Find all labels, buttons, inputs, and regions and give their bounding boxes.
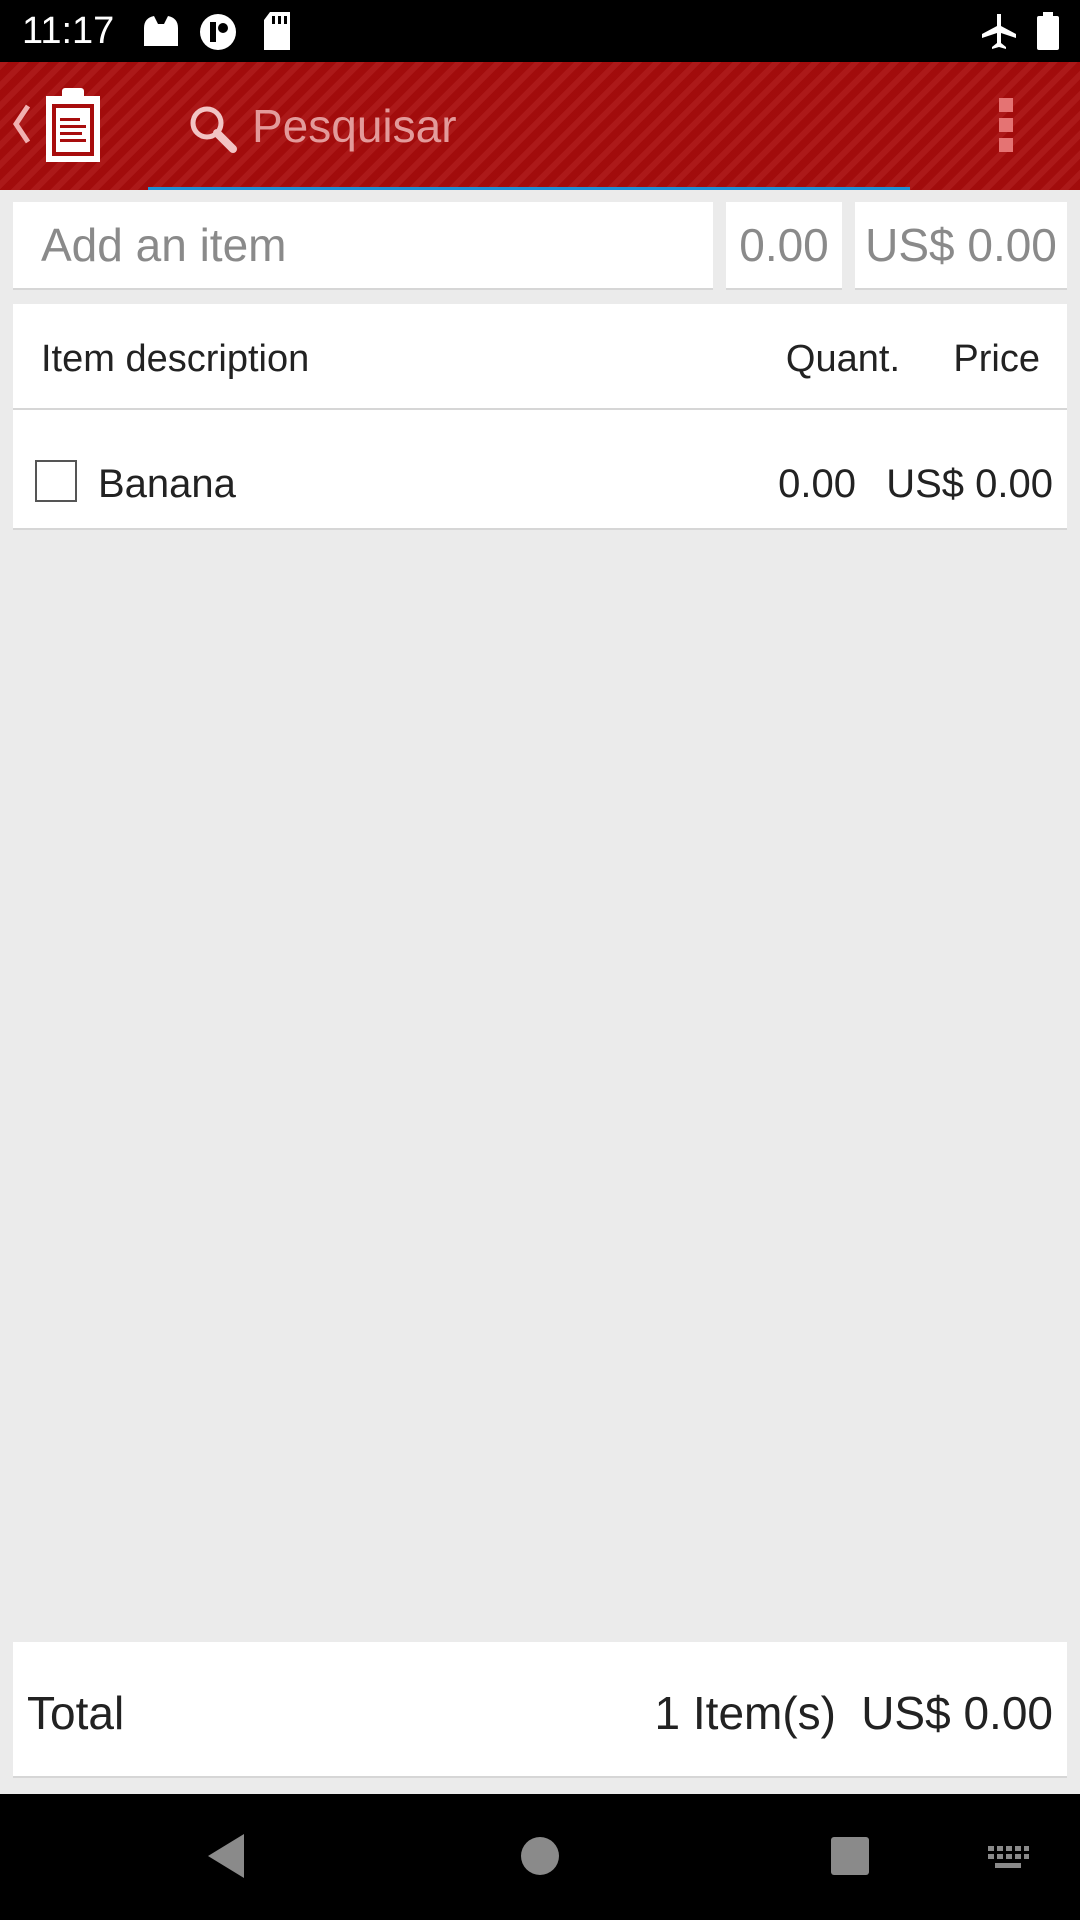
overflow-menu-icon[interactable]	[986, 98, 1026, 158]
toolbar	[0, 62, 1080, 190]
airplane-mode-icon	[982, 14, 1016, 49]
battery-icon	[1037, 12, 1059, 50]
total-item-count: 1 Item(s)	[654, 1687, 836, 1739]
home-icon[interactable]	[520, 1836, 560, 1876]
total-summary: Total 1 Item(s) US$ 0.00	[13, 1642, 1067, 1778]
recents-icon[interactable]	[830, 1836, 870, 1876]
search-bar[interactable]	[148, 62, 910, 190]
item-name: Banana	[98, 462, 236, 506]
item-quantity: 0.00	[778, 462, 856, 506]
add-item-quantity-field-wrapper	[726, 202, 842, 290]
add-item-price-field-wrapper	[855, 202, 1067, 290]
search-input[interactable]	[252, 96, 872, 156]
list-header: Item description Quant. Price	[13, 304, 1067, 410]
keyboard-icon[interactable]	[986, 1844, 1030, 1872]
column-header-price[interactable]: Price	[953, 338, 1040, 381]
total-label: Total	[27, 1687, 125, 1739]
status-time: 11:17	[22, 10, 115, 52]
clipboard-logo-icon[interactable]	[42, 86, 104, 166]
column-header-quantity[interactable]: Quant.	[786, 338, 900, 381]
item-price: US$ 0.00	[886, 462, 1053, 506]
add-item-name-input[interactable]	[13, 202, 713, 288]
total-amount: US$ 0.00	[861, 1687, 1053, 1739]
circle-badge-icon	[200, 14, 236, 50]
search-icon	[190, 106, 237, 153]
item-checkbox[interactable]	[35, 460, 77, 502]
column-header-description[interactable]: Item description	[41, 338, 309, 381]
sd-card-icon	[264, 12, 290, 50]
cat-face-icon	[144, 16, 178, 46]
status-bar: 11:17	[0, 0, 1080, 62]
add-item-name-field-wrapper	[13, 202, 713, 290]
add-item-price-input[interactable]	[855, 202, 1067, 288]
navigation-bar	[0, 1794, 1080, 1920]
back-icon[interactable]	[206, 1832, 246, 1880]
add-item-quantity-input[interactable]	[726, 202, 842, 288]
back-chevron-icon[interactable]	[10, 102, 32, 146]
